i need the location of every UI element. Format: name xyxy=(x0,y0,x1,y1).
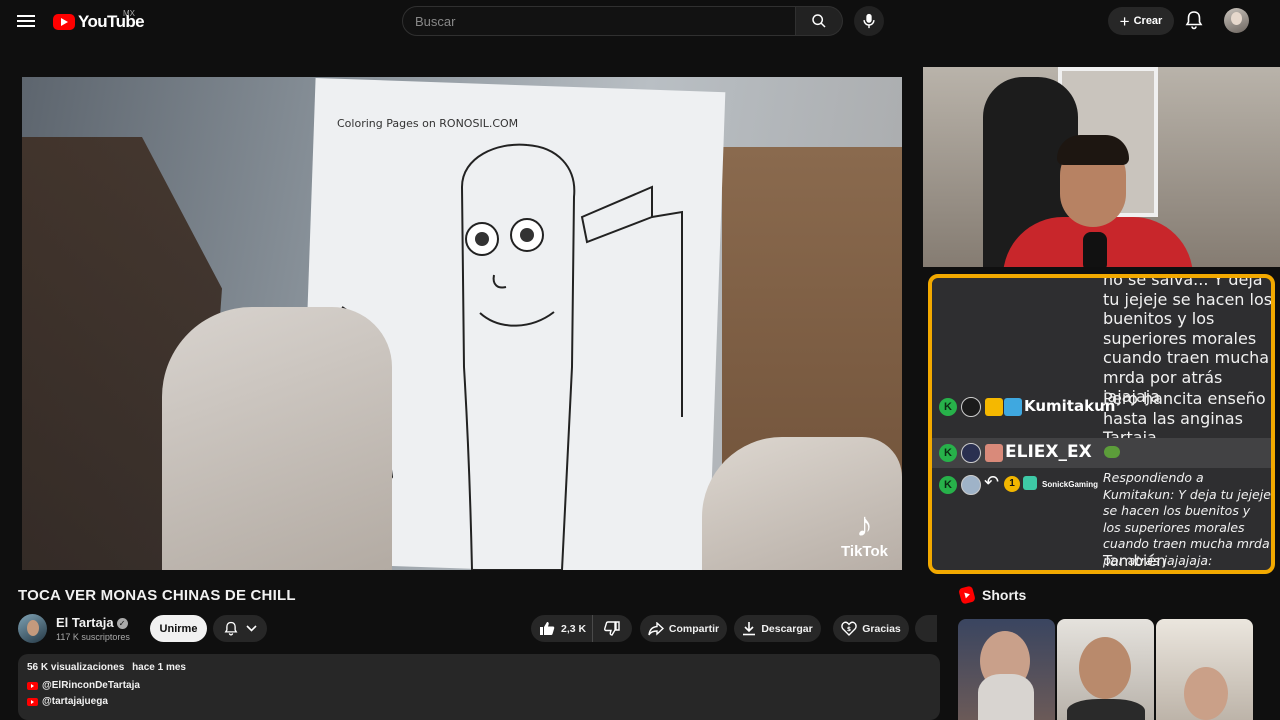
channel-link-text: @tartajajuega xyxy=(42,696,108,707)
create-label: Crear xyxy=(1133,15,1163,27)
chat-avatar-icon xyxy=(961,443,981,463)
chat-username: SonickGaming xyxy=(1042,480,1099,489)
thanks-heart-icon: $ xyxy=(841,621,857,636)
chat-reply-text: También xyxy=(1103,552,1166,570)
short-thumbnail[interactable] xyxy=(958,619,1055,720)
chat-avatar-icon xyxy=(961,475,981,495)
tiktok-watermark: ♪ TikTok xyxy=(832,507,897,567)
chat-username: Kumitakun xyxy=(1024,397,1116,415)
menu-icon[interactable] xyxy=(14,12,38,30)
download-button[interactable]: Descargar xyxy=(734,615,821,642)
like-button[interactable]: 2,3 K xyxy=(531,615,593,642)
channel-name[interactable]: El Tartaja ✓ xyxy=(56,615,128,630)
channel-link-2[interactable]: @tartajajuega xyxy=(27,696,931,707)
thanks-button[interactable]: $ Gracias xyxy=(833,615,909,642)
search-button[interactable] xyxy=(796,6,843,36)
short-thumbnail[interactable] xyxy=(1057,619,1154,720)
chat-badge-icon: K xyxy=(939,444,957,462)
chat-badge-icon: K xyxy=(939,476,957,494)
chat-row-2: K Kumitakun Pero hancita enseño hasta la… xyxy=(932,389,1271,447)
short-beard xyxy=(978,674,1034,720)
thumbs-up-icon xyxy=(540,622,555,635)
channel-link-text: @ElRinconDeTartaja xyxy=(42,680,140,691)
webcam-person-hair xyxy=(1057,135,1129,165)
shorts-icon xyxy=(958,585,976,605)
emote-icon xyxy=(1104,446,1120,458)
notifications-button[interactable] xyxy=(1185,10,1205,32)
country-code: MX xyxy=(123,9,135,18)
share-button[interactable]: Compartir xyxy=(640,615,727,642)
bell-icon xyxy=(224,621,237,636)
short-thumbnail[interactable] xyxy=(1156,619,1253,720)
subscriber-count: 117 K suscriptores xyxy=(56,632,130,642)
voice-search-button[interactable] xyxy=(854,6,884,36)
reply-icon: ↶ xyxy=(984,472,1000,492)
gift-icon xyxy=(1023,476,1037,490)
description-box[interactable]: 56 K visualizaciones hace 1 mes @ElRinco… xyxy=(18,654,940,720)
youtube-play-icon xyxy=(53,14,75,30)
share-icon xyxy=(648,621,664,636)
svg-text:$: $ xyxy=(847,626,851,633)
more-actions-button[interactable] xyxy=(915,615,937,642)
sub-badge-icon xyxy=(985,444,1003,462)
channel-link-1[interactable]: @ElRinconDeTartaja xyxy=(27,680,931,691)
chat-username: ELIEX_EX xyxy=(1005,442,1092,462)
share-label: Compartir xyxy=(668,622,720,635)
verified-icon: ✓ xyxy=(116,618,128,629)
shorts-label: Shorts xyxy=(982,587,1027,603)
chat-message-1: no se salva... Y deja tu jejeje se hacen… xyxy=(1103,274,1273,406)
create-button[interactable]: + Crear xyxy=(1108,7,1174,35)
channel-name-text: El Tartaja xyxy=(56,615,114,630)
channel-avatar[interactable] xyxy=(18,614,47,643)
account-avatar[interactable] xyxy=(1224,8,1249,33)
video-title: TOCA VER MONAS CHINAS DE CHILL xyxy=(18,587,296,604)
video-player[interactable]: Coloring Pages on RONOSIL.COM ♪ TikTok xyxy=(22,77,902,570)
chat-avatar-icon xyxy=(961,397,981,417)
like-dislike-group: 2,3 K xyxy=(531,615,632,642)
youtube-icon xyxy=(27,681,38,690)
download-label: Descargar xyxy=(761,622,813,635)
shorts-header: Shorts xyxy=(958,585,1027,605)
tiktok-icon: ♪ xyxy=(856,506,873,544)
streamer-webcam xyxy=(923,67,1280,267)
search-input[interactable] xyxy=(402,6,796,36)
number-badge: 1 xyxy=(1004,476,1020,492)
webcam-microphone xyxy=(1083,232,1107,267)
video-stats: 56 K visualizaciones hace 1 mes xyxy=(27,662,931,673)
dislike-button[interactable] xyxy=(593,621,631,636)
bell-icon xyxy=(1185,11,1203,30)
avatar-face xyxy=(1231,12,1242,25)
thumbs-down-icon xyxy=(604,621,620,636)
search-icon xyxy=(812,14,826,28)
sub-badge-icon xyxy=(1004,398,1022,416)
chat-badge-icon: K xyxy=(939,398,957,416)
plus-icon: + xyxy=(1119,11,1130,31)
like-count: 2,3 K xyxy=(561,622,587,635)
video-hand-left xyxy=(162,307,392,570)
tiktok-label: TikTok xyxy=(841,543,888,560)
chevron-down-icon xyxy=(245,625,257,632)
channel-avatar-face xyxy=(27,620,39,636)
download-icon xyxy=(743,622,756,636)
top-bar: YouTube MX + Crear xyxy=(0,0,1280,42)
short-face xyxy=(1079,637,1131,699)
short-face xyxy=(1184,667,1228,720)
stream-chat-overlay: no se salva... Y deja tu jejeje se hacen… xyxy=(928,274,1275,574)
youtube-icon xyxy=(27,697,38,706)
crown-icon xyxy=(985,398,1003,416)
short-shirt xyxy=(1067,699,1145,720)
subscription-bell-button[interactable] xyxy=(213,615,267,642)
thanks-label: Gracias xyxy=(862,622,901,635)
chat-row-3: K ELIEX_EX xyxy=(932,438,1271,468)
view-count: 56 K visualizaciones xyxy=(27,662,125,673)
chat-row-4: K ↶ 1 SonickGaming Respondiendo a Kumita… xyxy=(932,468,1271,570)
join-button[interactable]: Unirme xyxy=(150,615,207,642)
mic-icon xyxy=(863,13,875,29)
search-bar xyxy=(402,6,843,36)
upload-date: hace 1 mes xyxy=(132,662,186,673)
